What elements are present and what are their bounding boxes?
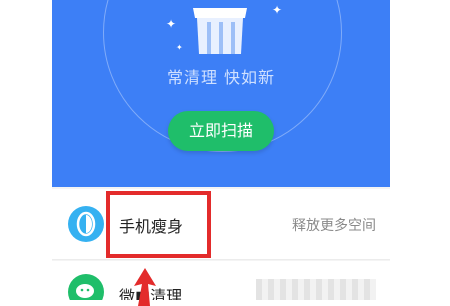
- sparkle-icon: ✦: [176, 43, 183, 52]
- feature-description: 释放更多空间: [292, 218, 376, 234]
- cleanup-hero: ✦ ✦ ✦ 常清理 快如新 立即扫描: [52, 0, 390, 187]
- sparkle-icon: ✦: [272, 3, 283, 17]
- annotation-highlight-box: [106, 191, 211, 258]
- sparkle-icon: ✦: [166, 17, 177, 31]
- broom-icon: [193, 8, 247, 54]
- scan-now-button[interactable]: 立即扫描: [168, 111, 274, 151]
- feature-row-phone-slim[interactable]: 手机瘦身 释放更多空间: [52, 189, 390, 260]
- blurred-content: [256, 279, 376, 300]
- phone-screen: ✦ ✦ ✦ 常清理 快如新 立即扫描 手机瘦身 释放更多空间 微■清理: [52, 0, 390, 300]
- storage-icon: [68, 206, 104, 242]
- annotation-arrow-icon: [134, 268, 156, 306]
- chat-icon: [68, 274, 104, 300]
- feature-row-cleanup[interactable]: 微■清理: [52, 261, 390, 300]
- hero-tagline: 常清理 快如新: [166, 68, 276, 87]
